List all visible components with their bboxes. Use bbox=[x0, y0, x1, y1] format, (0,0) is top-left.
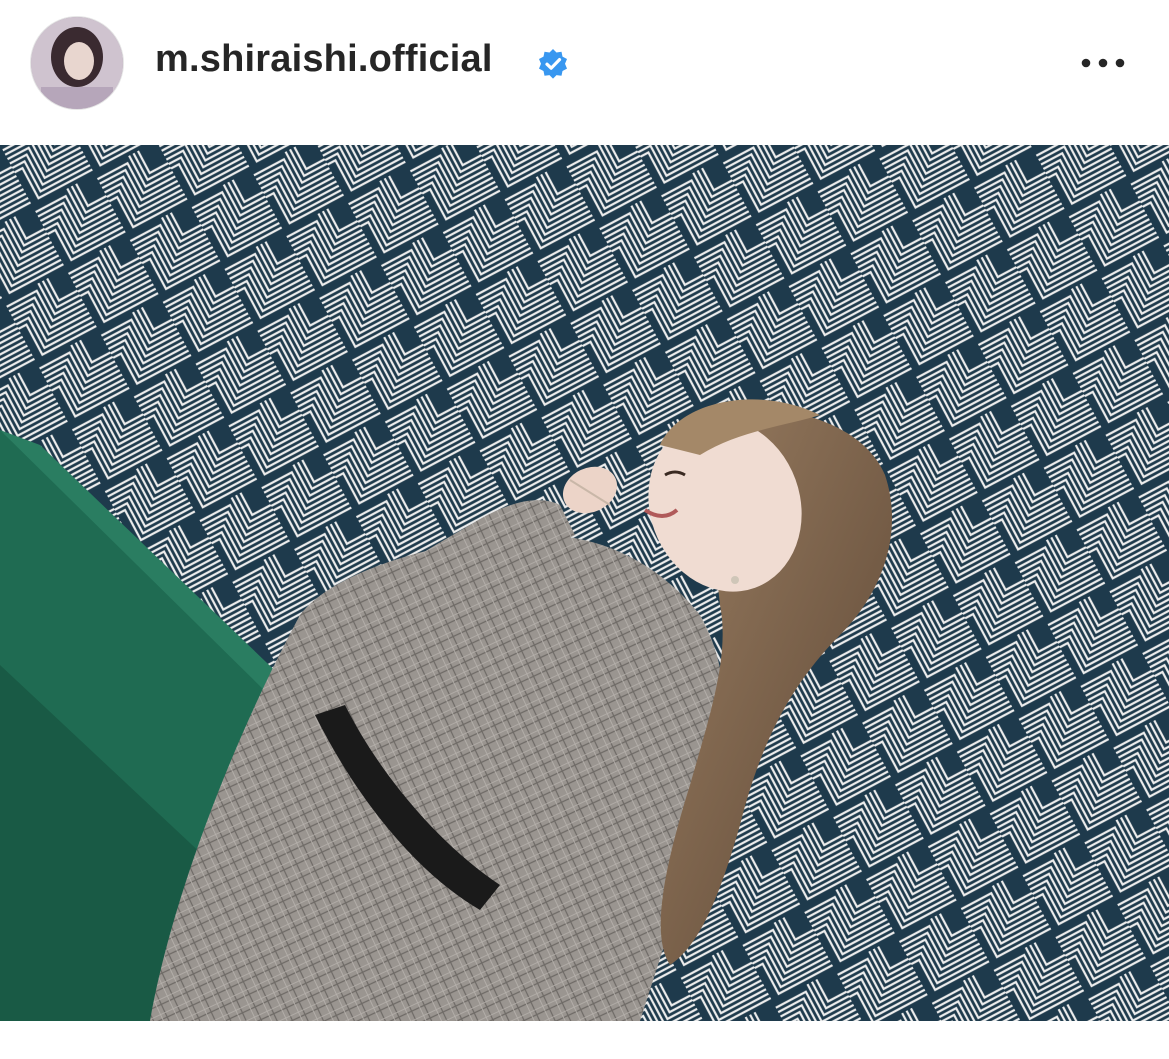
profile-avatar[interactable] bbox=[31, 17, 123, 109]
post-photo[interactable] bbox=[0, 145, 1169, 1021]
verified-badge-icon bbox=[539, 49, 567, 79]
avatar-image bbox=[31, 17, 123, 109]
username[interactable]: m.shiraishi.official bbox=[155, 38, 493, 81]
bottom-spacer bbox=[0, 1021, 1169, 1059]
post-header: m.shiraishi.official bbox=[0, 0, 1169, 130]
more-options-icon[interactable] bbox=[1077, 48, 1129, 78]
post-image bbox=[0, 145, 1169, 1021]
